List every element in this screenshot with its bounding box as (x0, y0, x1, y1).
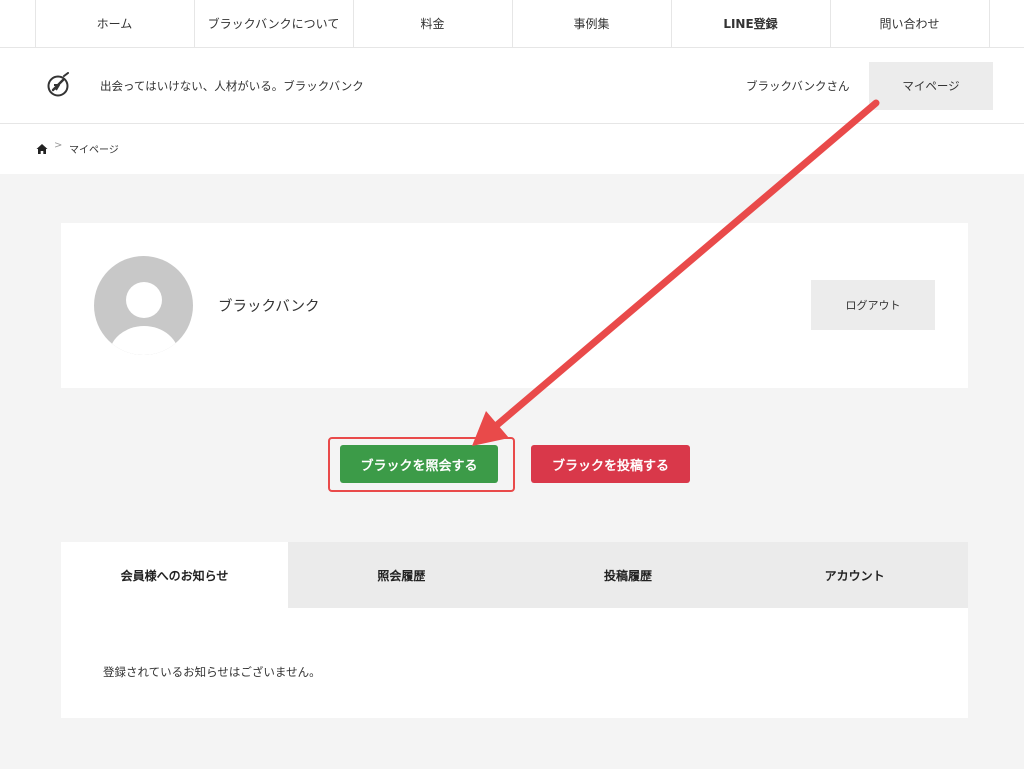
breadcrumb-current: マイページ (69, 145, 119, 156)
mypage-button[interactable]: マイページ (869, 62, 993, 110)
notice-empty-message: 登録されているお知らせはございません。 (103, 665, 321, 679)
username: ブラックバンクさん (746, 79, 850, 93)
nav-item-about[interactable]: ブラックバンクについて (195, 0, 354, 47)
tab-query-history[interactable]: 照会履歴 (288, 542, 515, 608)
nav-item-cases[interactable]: 事例集 (513, 0, 672, 47)
profile-card: ブラックバンク ログアウト (61, 223, 968, 388)
query-black-button[interactable]: ブラックを照会する (340, 445, 498, 483)
nav-item-line[interactable]: LINE登録 (672, 0, 831, 47)
site-logo-icon[interactable] (44, 72, 72, 100)
tab-account[interactable]: アカウント (741, 542, 968, 608)
site-header: 出会ってはいけない、人材がいる。ブラックバンク ブラックバンクさん マイページ (0, 48, 1024, 124)
profile-name: ブラックバンク (218, 299, 320, 315)
post-black-button[interactable]: ブラックを投稿する (531, 445, 690, 483)
avatar-head (126, 282, 162, 318)
home-icon[interactable] (36, 143, 48, 155)
logout-button[interactable]: ログアウト (811, 280, 935, 330)
breadcrumb: > マイページ (0, 124, 1024, 174)
top-navigation: ホーム ブラックバンクについて 料金 事例集 LINE登録 問い合わせ (0, 0, 1024, 48)
nav-item-pricing[interactable]: 料金 (354, 0, 513, 47)
tab-post-history[interactable]: 投稿履歴 (515, 542, 742, 608)
page: ホーム ブラックバンクについて 料金 事例集 LINE登録 問い合わせ 出会って… (0, 0, 1024, 769)
nav-item-home[interactable]: ホーム (36, 0, 195, 47)
nav-item-contact[interactable]: 問い合わせ (831, 0, 990, 47)
breadcrumb-separator: > (54, 140, 63, 151)
tab-content-panel: 登録されているお知らせはございません。 (61, 608, 968, 718)
avatar (94, 256, 193, 355)
site-tagline: 出会ってはいけない、人材がいる。ブラックバンク (100, 79, 364, 93)
avatar-body (109, 326, 179, 355)
tab-notices[interactable]: 会員様へのお知らせ (61, 542, 288, 608)
mypage-tabs: 会員様へのお知らせ 照会履歴 投稿履歴 アカウント (61, 542, 968, 608)
